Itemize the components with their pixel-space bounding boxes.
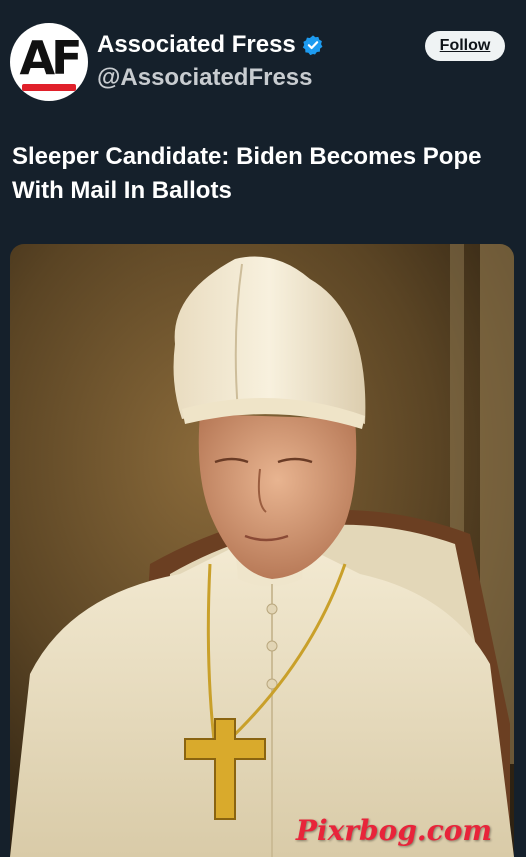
post-image-illustration: [10, 244, 514, 857]
follow-button[interactable]: Follow: [425, 31, 505, 61]
avatar[interactable]: AF: [10, 23, 88, 101]
watermark: Pixrbog.com: [295, 814, 492, 847]
post-image[interactable]: Pixrbog.com: [10, 244, 514, 857]
account-handle[interactable]: @AssociatedFress: [97, 64, 313, 92]
account-display-name[interactable]: Associated Fress: [97, 31, 324, 59]
post-headline: Sleeper Candidate: Biden Becomes Pope Wi…: [12, 143, 482, 204]
verified-badge-icon: [302, 34, 324, 56]
avatar-logo-text: AF: [19, 31, 82, 85]
display-name-text: Associated Fress: [97, 31, 296, 58]
avatar-logo-stripe: [22, 84, 76, 91]
